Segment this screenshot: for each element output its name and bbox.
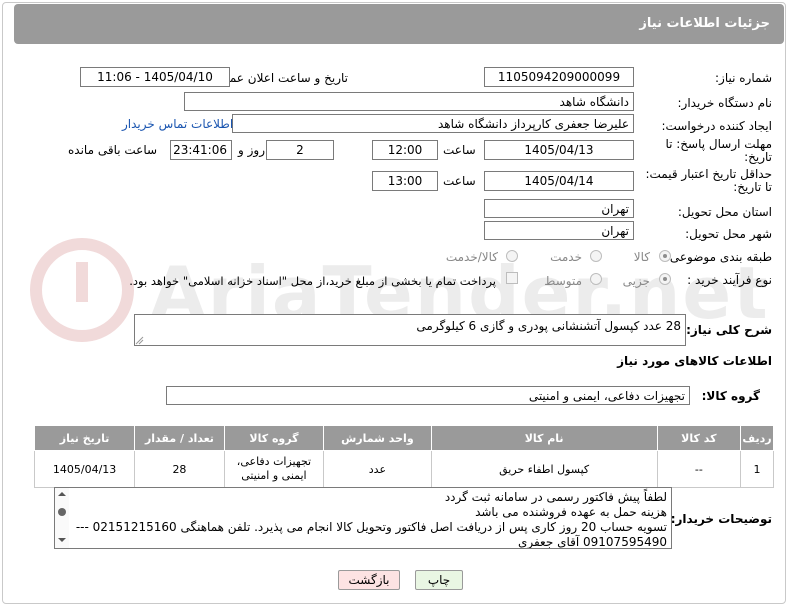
- goods-info-title: اطلاعات کالاهای مورد نیاز: [617, 354, 772, 368]
- need-number-field: 1105094209000099: [484, 67, 634, 87]
- deadline-time-field: 12:00: [372, 140, 438, 160]
- deadline-time-label: ساعت: [443, 143, 476, 157]
- resize-handle-icon: [135, 336, 144, 345]
- buyer-org-field: دانشگاه شاهد: [184, 92, 634, 111]
- page-title: جزئیات اطلاعات نیاز: [639, 16, 770, 31]
- province-field: تهران: [484, 199, 634, 218]
- goods-group-label: گروه کالا:: [701, 389, 760, 403]
- cell-group-line-2: ایمنی و امنیتی: [241, 469, 307, 482]
- print-button[interactable]: چاپ: [415, 570, 463, 590]
- buyer-notes-scrollbar[interactable]: [55, 488, 69, 548]
- col-unit-header: واحد شمارش: [323, 425, 432, 451]
- price-time-field: 13:00: [372, 171, 438, 191]
- buyer-notes-line: لطفاً پیش فاکتور رسمی در سامانه ثبت گردد: [444, 490, 667, 504]
- description-textarea[interactable]: 28 عدد کپسول آتشنشانی پودری و گازی 6 کیل…: [134, 314, 686, 346]
- category-goods-service-radio[interactable]: [506, 250, 518, 262]
- days-label: روز و: [238, 143, 265, 157]
- days-remaining-field: 2: [266, 140, 334, 160]
- back-button[interactable]: بازگشت: [338, 570, 400, 590]
- buyer-notes-textarea[interactable]: لطفاً پیش فاکتور رسمی در سامانه ثبت گردد…: [54, 487, 672, 549]
- col-date-header: تاریخ نیاز: [33, 425, 136, 451]
- city-label: شهر محل تحویل:: [685, 227, 772, 241]
- deadline-date-field: 1405/04/13: [484, 140, 634, 160]
- category-goods-service-label: کالا/خدمت: [445, 250, 498, 264]
- goods-group-field: تجهیزات دفاعی، ایمنی و امنیتی: [166, 386, 690, 405]
- page-header: جزئیات اطلاعات نیاز: [14, 4, 784, 44]
- process-partial-radio[interactable]: [659, 273, 671, 285]
- process-medium-label: متوسط: [544, 274, 582, 288]
- buyer-notes-line: 09107595490 آقای جعفری: [517, 535, 667, 549]
- deadline-label-date: تاریخ:: [744, 150, 772, 164]
- category-label: طبقه بندی موضوعی:: [665, 250, 772, 264]
- need-number-label: شماره نیاز:: [715, 71, 772, 85]
- city-field: تهران: [484, 221, 634, 240]
- buyer-notes-line: هزینه حمل به عهده فروشنده می باشد: [475, 505, 667, 519]
- contact-info-link[interactable]: اطلاعات تماس خریدار: [122, 117, 233, 131]
- price-validity-label-date: تا تاریخ:: [733, 180, 772, 194]
- col-name-header: نام کالا: [430, 425, 658, 451]
- cell-row: 1: [740, 450, 774, 488]
- buyer-notes-line: تسویه حساب 20 روز کاری پس از دریافت اصل …: [75, 520, 667, 534]
- items-table: ردیف کد کالا نام کالا واحد شمارش گروه کا…: [33, 425, 774, 488]
- process-type-label: نوع فرآیند خرید :: [687, 273, 772, 287]
- cell-code: --: [656, 450, 742, 488]
- cell-group-line-1: تجهیزات دفاعی،: [236, 455, 312, 468]
- col-row-header: ردیف: [740, 425, 774, 451]
- description-label: شرح کلی نیاز:: [686, 323, 772, 337]
- price-validity-label: حداقل تاریخ اعتبار قیمت:: [645, 167, 772, 181]
- cell-date: 1405/04/13: [33, 450, 136, 488]
- category-goods-label: کالا: [633, 250, 650, 264]
- buyer-notes-label: توضیحات خریدار:: [670, 512, 772, 526]
- category-goods-radio[interactable]: [659, 250, 671, 262]
- col-qty-header: تعداد / مقدار: [134, 425, 225, 451]
- treasury-payment-checkbox[interactable]: [506, 272, 518, 284]
- category-service-label: خدمت: [550, 250, 582, 264]
- buyer-org-label: نام دستگاه خریدار:: [677, 96, 773, 110]
- table-row[interactable]: 1 -- کپسول اطفاء حریق عدد تجهیزات دفاعی،…: [33, 450, 774, 488]
- table-header-row: ردیف کد کالا نام کالا واحد شمارش گروه کا…: [33, 425, 774, 451]
- price-time-label: ساعت: [443, 174, 476, 188]
- creator-field: علیرضا جعفری کارپرداز دانشگاه شاهد: [232, 114, 634, 133]
- creator-label: ایجاد کننده درخواست:: [661, 119, 772, 133]
- cell-group: تجهیزات دفاعی، ایمنی و امنیتی: [223, 450, 325, 488]
- cell-name: کپسول اطفاء حریق: [430, 450, 658, 488]
- process-partial-label: جزیی: [622, 274, 650, 288]
- cell-qty: 28: [134, 450, 225, 488]
- remaining-label: ساعت باقی مانده: [68, 143, 158, 157]
- treasury-payment-note: پرداخت تمام یا بخشی از مبلغ خرید،از محل …: [129, 274, 496, 288]
- time-remaining-field: 23:41:06: [170, 140, 232, 160]
- price-date-field: 1405/04/14: [484, 171, 634, 191]
- province-label: استان محل تحویل:: [677, 205, 772, 219]
- scrollbar-icon: [58, 492, 66, 542]
- process-medium-radio[interactable]: [590, 273, 602, 285]
- category-service-radio[interactable]: [590, 250, 602, 262]
- deadline-label: مهلت ارسال پاسخ: تا: [665, 137, 772, 151]
- announce-field: 1405/04/10 - 11:06: [80, 67, 230, 87]
- col-group-header: گروه کالا: [223, 425, 325, 451]
- col-code-header: کد کالا: [656, 425, 742, 451]
- cell-unit: عدد: [323, 450, 432, 488]
